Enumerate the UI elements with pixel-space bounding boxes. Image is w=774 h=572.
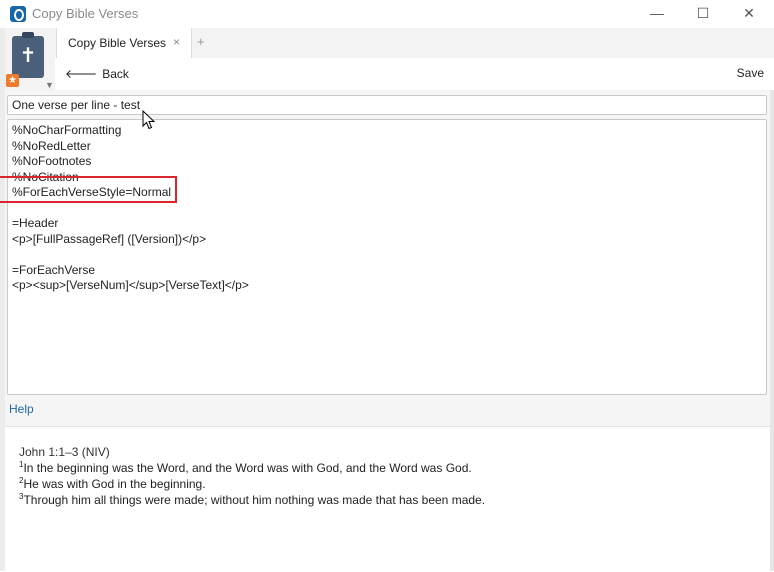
annotation-highlight-box — [0, 176, 177, 203]
help-link[interactable]: Help — [9, 402, 34, 416]
preview-verse: 3Through him all things were made; witho… — [19, 492, 485, 507]
star-icon[interactable]: ★ — [6, 74, 19, 87]
close-button[interactable]: ✕ — [726, 0, 772, 28]
close-tab-icon[interactable]: × — [173, 35, 180, 49]
preview-pane: John 1:1–3 (NIV) 1In the beginning was t… — [5, 426, 774, 572]
add-tab-icon[interactable]: + — [197, 34, 205, 49]
logos-app-icon — [10, 6, 26, 22]
back-button[interactable]: 🡐 Back — [65, 66, 129, 81]
verse-text: In the beginning was the Word, and the W… — [23, 461, 472, 475]
title-bar: Copy Bible Verses — ☐ ✕ — [0, 0, 774, 28]
arrow-left-icon: 🡐 — [65, 67, 98, 81]
tab-bar: Copy Bible Verses × + — [55, 28, 774, 59]
scrollbar[interactable] — [770, 90, 774, 571]
preview-verse: 2He was with God in the beginning. — [19, 476, 206, 491]
mouse-pointer-icon — [142, 110, 156, 130]
tab-label: Copy Bible Verses — [68, 36, 167, 50]
cross-glyph: ✝ — [19, 45, 37, 67]
window-title: Copy Bible Verses — [32, 6, 139, 21]
tab-copy-bible-verses[interactable]: Copy Bible Verses × — [56, 28, 192, 58]
maximize-button[interactable]: ☐ — [680, 0, 726, 28]
chevron-down-icon[interactable]: ▼ — [45, 80, 54, 90]
panel-menu-button[interactable]: ✝ ★ ▼ — [5, 28, 55, 90]
editor-text[interactable]: %NoCharFormatting %NoRedLetter %NoFootno… — [12, 123, 249, 294]
preview-reference: John 1:1–3 (NIV) — [19, 445, 110, 459]
toolbar: 🡐 Back Save — [55, 58, 774, 90]
save-button[interactable]: Save — [737, 66, 764, 80]
back-label: Back — [102, 67, 129, 81]
verse-text: Through him all things were made; withou… — [23, 493, 486, 507]
clipboard-cross-icon: ✝ — [12, 32, 44, 78]
template-editor[interactable]: %NoCharFormatting %NoRedLetter %NoFootno… — [7, 119, 767, 395]
content-area: %NoCharFormatting %NoRedLetter %NoFootno… — [5, 90, 774, 572]
preview-verse: 1In the beginning was the Word, and the … — [19, 460, 472, 475]
minimize-button[interactable]: — — [634, 0, 680, 28]
verse-text: He was with God in the beginning. — [23, 477, 206, 491]
style-name-input[interactable] — [7, 95, 767, 115]
